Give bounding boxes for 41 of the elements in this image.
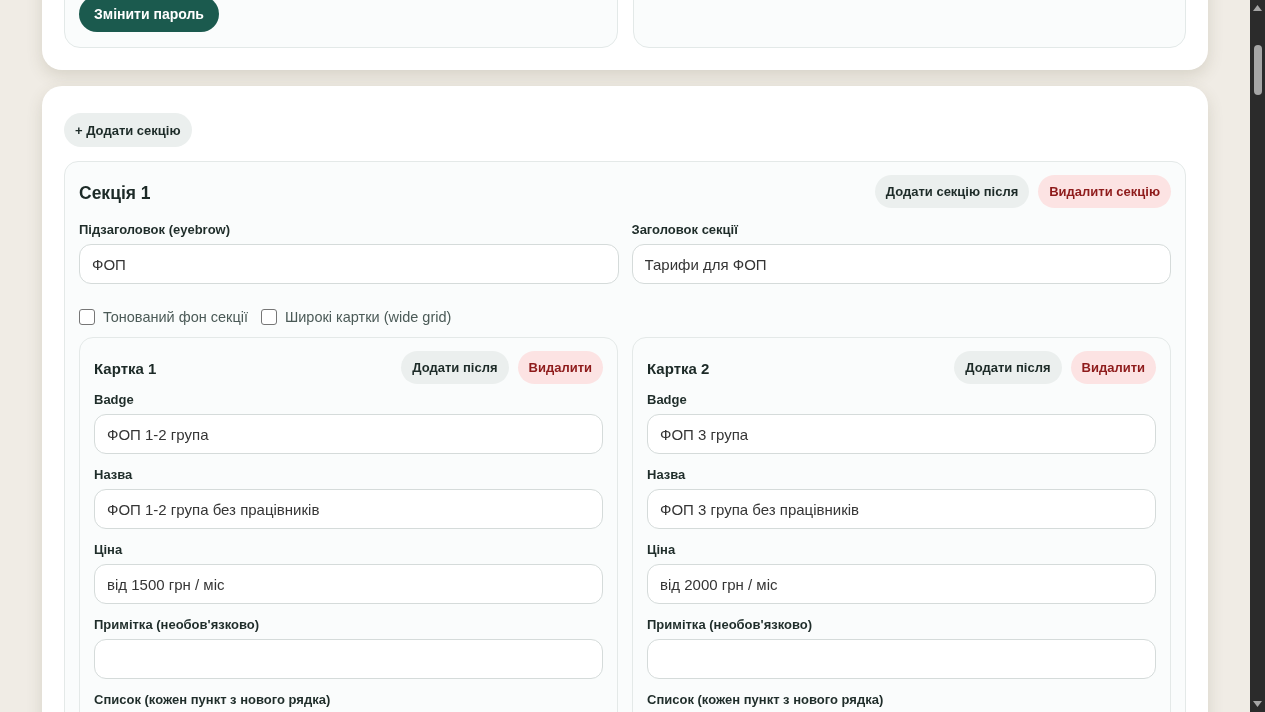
text-input[interactable] <box>647 639 1156 679</box>
text-input[interactable]: від 1500 грн / міс <box>94 564 603 604</box>
field-label: Badge <box>94 392 135 408</box>
text-input[interactable]: ФОП 1-2 група без працівників <box>94 489 603 529</box>
scrollbar-thumb[interactable] <box>1253 45 1262 95</box>
scroll-up-icon[interactable] <box>1253 5 1262 11</box>
checkbox[interactable] <box>260 309 277 325</box>
add-after-button[interactable]: Додати після <box>954 351 1062 384</box>
field-label: Примітка (необов'язково) <box>647 617 814 633</box>
scrollbar[interactable] <box>1250 0 1265 712</box>
add-section-button[interactable]: + Додати секцію <box>64 113 192 147</box>
text-input[interactable] <box>94 639 603 679</box>
field-label: Ціна <box>647 542 677 558</box>
checkbox[interactable] <box>79 309 95 325</box>
delete-button[interactable]: Видалити <box>517 351 603 384</box>
card-title: Картка 2 <box>647 360 710 377</box>
text-input[interactable]: ФОП <box>79 244 619 284</box>
scroll-down-icon[interactable] <box>1253 701 1262 707</box>
text-input[interactable]: Тарифи для ФОП <box>631 244 1171 284</box>
field-label: Список (кожен пункт з нового рядка) <box>647 692 885 708</box>
text-input[interactable]: ФОП 3 група без працівників <box>647 489 1156 529</box>
delete-button[interactable]: Видалити секцію <box>1038 175 1171 208</box>
add-after-button[interactable]: Додати після <box>401 351 509 384</box>
field-label: Підзаголовок (eyebrow) <box>79 222 232 238</box>
delete-button[interactable]: Видалити <box>1070 351 1156 384</box>
field-label: Badge <box>647 392 688 408</box>
field-label: Список (кожен пункт з нового рядка) <box>94 692 332 708</box>
section-title: Секція 1 <box>79 182 151 204</box>
add-after-button[interactable]: Додати секцію після <box>874 175 1030 208</box>
change-password-button[interactable]: Змінити пароль <box>79 0 219 32</box>
card-title: Картка 1 <box>94 360 157 377</box>
text-input[interactable]: ФОП 3 група <box>647 414 1156 454</box>
checkbox-label: Широкі картки (wide grid) <box>284 309 452 325</box>
text-input[interactable]: від 2000 грн / міс <box>647 564 1156 604</box>
field-label: Заголовок секції <box>631 222 739 238</box>
field-label: Назва <box>94 467 134 483</box>
field-label: Ціна <box>94 542 124 558</box>
text-input[interactable]: ФОП 1-2 група <box>94 414 603 454</box>
checkbox-label: Тонований фон секції <box>103 309 248 325</box>
field-label: Примітка (необов'язково) <box>94 617 261 633</box>
field-label: Назва <box>647 467 687 483</box>
